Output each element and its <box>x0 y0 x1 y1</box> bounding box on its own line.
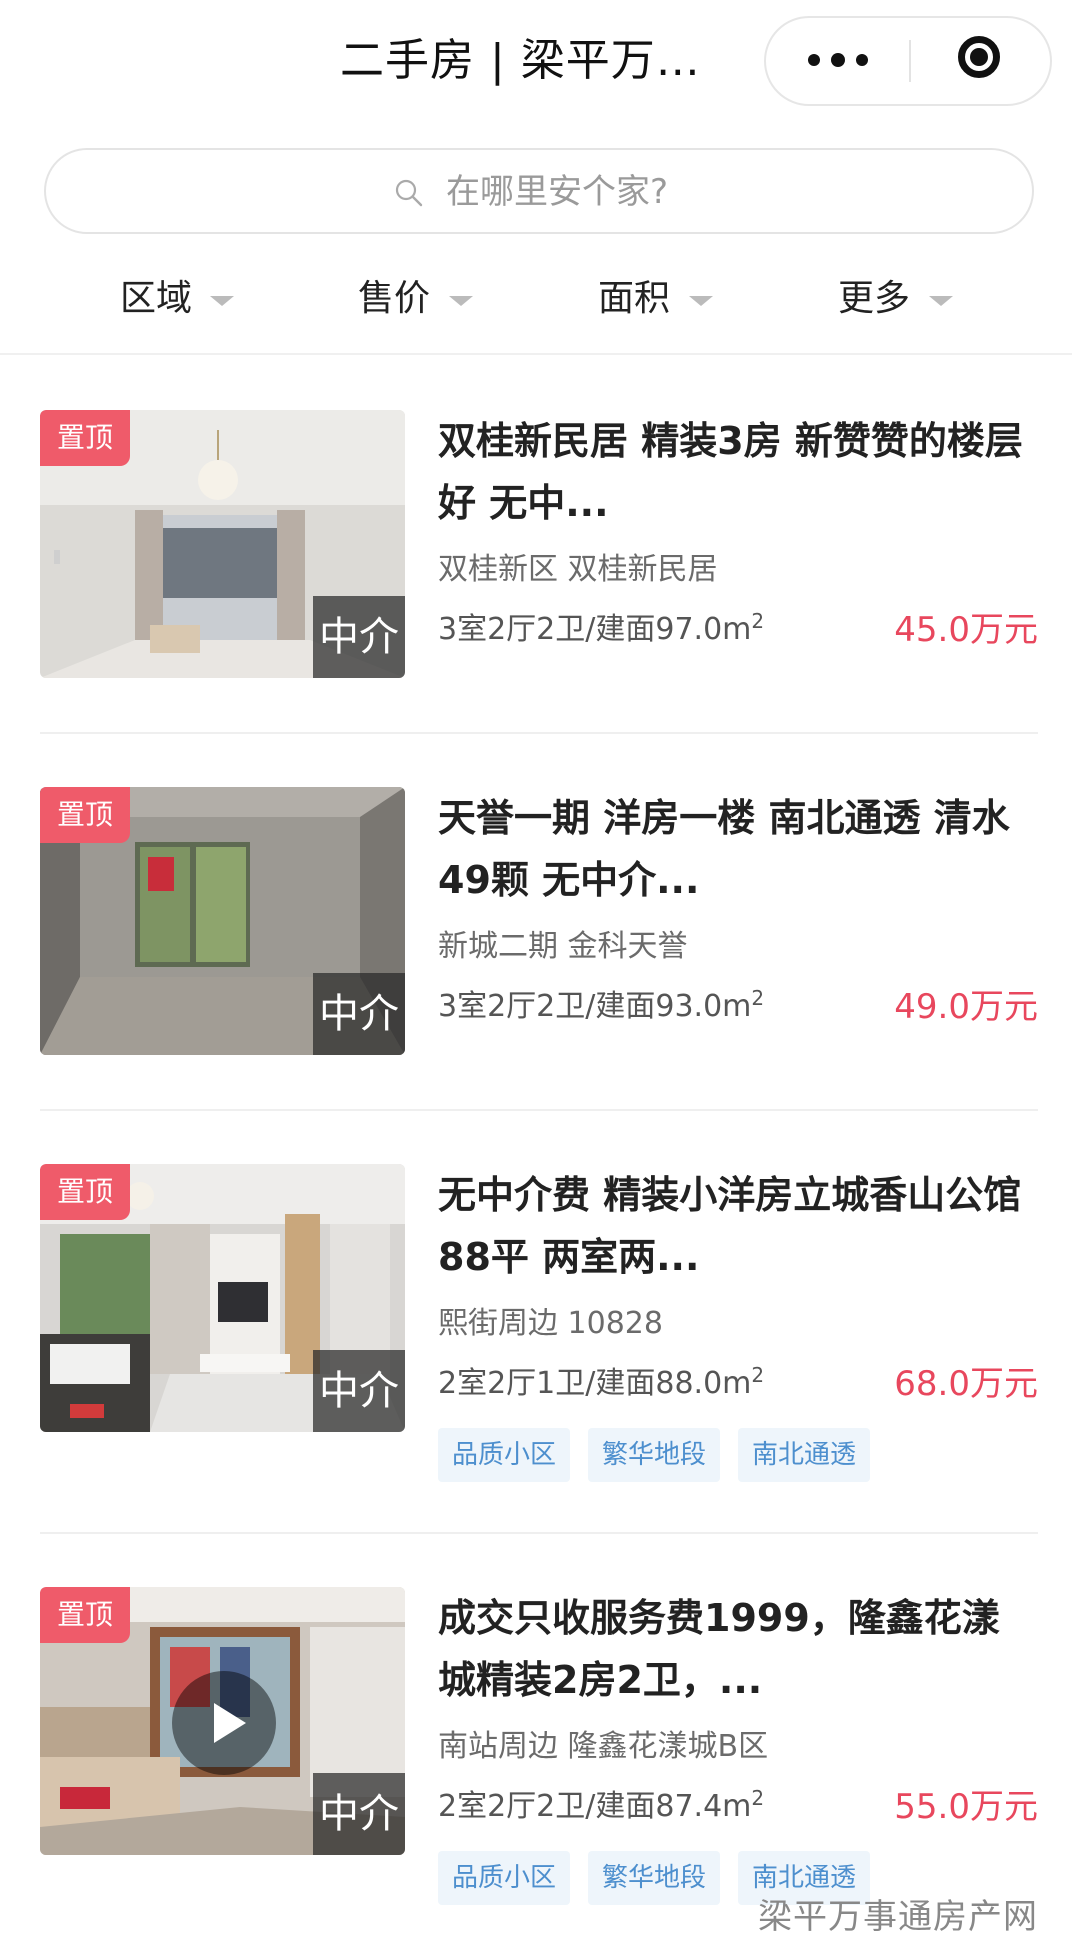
list-divider <box>40 1109 1038 1111</box>
listing-photo[interactable]: 置顶 中介 <box>40 787 405 1055</box>
listing-photo[interactable]: 置顶 中介 <box>40 1164 405 1432</box>
specs-text: 3室2厅2卫/建面97.0m <box>438 612 752 647</box>
listing-price: 45.0万元 <box>894 610 1038 650</box>
area-unit-superscript: 2 <box>751 986 765 1010</box>
listing-specs: 2室2厅2卫/建面87.4m2 <box>438 1787 764 1827</box>
search-placeholder: 在哪里安个家? <box>446 172 669 212</box>
nav-bar: 二手房 | 梁平万… <box>0 0 1072 125</box>
listing-title[interactable]: 成交只收服务费1999，隆鑫花漾城精装2房2卫，... <box>438 1587 1036 1711</box>
pinned-badge: 置顶 <box>40 1164 130 1220</box>
filter-price[interactable]: 售价 <box>358 269 478 329</box>
more-menu-button[interactable] <box>766 18 908 104</box>
listing-specs: 3室2厅2卫/建面93.0m2 <box>438 987 764 1027</box>
listing-price: 49.0万元 <box>894 987 1038 1027</box>
filter-label: 区域 <box>120 278 193 319</box>
filter-more[interactable]: 更多 <box>838 269 958 329</box>
listing-title[interactable]: 天誉一期 洋房一楼 南北通透 清水49颗 无中介... <box>438 787 1036 911</box>
listing-price: 55.0万元 <box>894 1787 1038 1827</box>
tag-north-south: 南北通透 <box>738 1428 871 1482</box>
specs-text: 3室2厅2卫/建面93.0m <box>438 989 752 1024</box>
listing-specs: 2室2厅1卫/建面88.0m2 <box>438 1364 764 1404</box>
area-unit-superscript: 2 <box>751 1363 765 1387</box>
pinned-badge: 置顶 <box>40 410 130 466</box>
listing-card[interactable]: 置顶 中介 成交只收服务费1999，隆鑫花漾城精装2房2卫，... 南站周边 隆… <box>40 1587 1038 1907</box>
filter-region[interactable]: 区域 <box>120 269 240 329</box>
caret-down-icon <box>689 296 713 306</box>
filter-bar: 区域 售价 面积 更多 <box>0 255 1072 355</box>
pinned-badge: 置顶 <box>40 1587 130 1643</box>
listing-specs: 3室2厅2卫/建面97.0m2 <box>438 610 764 650</box>
site-watermark: 梁平万事通房产网 <box>758 1897 1038 1937</box>
agent-badge: 中介 <box>313 1350 405 1432</box>
search-icon <box>395 179 423 207</box>
more-dots-icon <box>808 54 820 66</box>
capsule-divider <box>909 40 911 82</box>
listing-community: 双桂新区 双桂新民居 <box>438 552 718 587</box>
filter-area[interactable]: 面积 <box>598 269 718 329</box>
listing-photo[interactable]: 置顶 中介 <box>40 410 405 678</box>
caret-down-icon <box>210 296 234 306</box>
listing-community: 熙街周边 10828 <box>438 1306 663 1341</box>
target-dot-icon <box>970 48 988 66</box>
play-icon <box>214 1703 246 1743</box>
caret-down-icon <box>449 296 473 306</box>
filter-label: 售价 <box>358 278 431 319</box>
filter-label: 面积 <box>598 278 671 319</box>
tag-quality-community: 品质小区 <box>438 1851 571 1905</box>
listing-price: 68.0万元 <box>894 1364 1038 1404</box>
listing-community: 南站周边 隆鑫花漾城B区 <box>438 1729 769 1764</box>
caret-down-icon <box>929 296 953 306</box>
listing-card[interactable]: 置顶 中介 双桂新民居 精装3房 新赞赞的楼层好 无中... 双桂新区 双桂新民… <box>40 410 1038 680</box>
area-unit-superscript: 2 <box>751 609 765 633</box>
specs-text: 2室2厅2卫/建面87.4m <box>438 1789 752 1824</box>
listing-community: 新城二期 金科天誉 <box>438 929 688 964</box>
page-title: 二手房 | 梁平万… <box>340 35 701 86</box>
more-dots-icon <box>831 53 845 67</box>
agent-badge: 中介 <box>313 596 405 678</box>
search-input[interactable]: 在哪里安个家? <box>44 148 1034 234</box>
listing-photo[interactable]: 置顶 中介 <box>40 1587 405 1855</box>
close-button[interactable] <box>912 18 1052 104</box>
agent-badge: 中介 <box>313 1773 405 1855</box>
specs-text: 2室2厅1卫/建面88.0m <box>438 1366 752 1401</box>
agent-badge: 中介 <box>313 973 405 1055</box>
listing-card[interactable]: 置顶 中介 无中介费 精装小洋房立城香山公馆 88平 两室两... 熙街周边 1… <box>40 1164 1038 1484</box>
list-divider <box>40 1532 1038 1534</box>
play-video-button[interactable] <box>172 1671 276 1775</box>
tag-prime-location: 繁华地段 <box>588 1428 721 1482</box>
pinned-badge: 置顶 <box>40 787 130 843</box>
list-divider <box>40 732 1038 734</box>
listing-title[interactable]: 无中介费 精装小洋房立城香山公馆 88平 两室两... <box>438 1164 1036 1288</box>
listing-title[interactable]: 双桂新民居 精装3房 新赞赞的楼层好 无中... <box>438 410 1036 534</box>
area-unit-superscript: 2 <box>751 1786 765 1810</box>
mini-program-capsule <box>764 16 1052 106</box>
tag-prime-location: 繁华地段 <box>588 1851 721 1905</box>
filter-label: 更多 <box>838 278 911 319</box>
listing-card[interactable]: 置顶 中介 天誉一期 洋房一楼 南北通透 清水49颗 无中介... 新城二期 金… <box>40 787 1038 1057</box>
more-dots-icon <box>856 54 868 66</box>
tag-quality-community: 品质小区 <box>438 1428 571 1482</box>
